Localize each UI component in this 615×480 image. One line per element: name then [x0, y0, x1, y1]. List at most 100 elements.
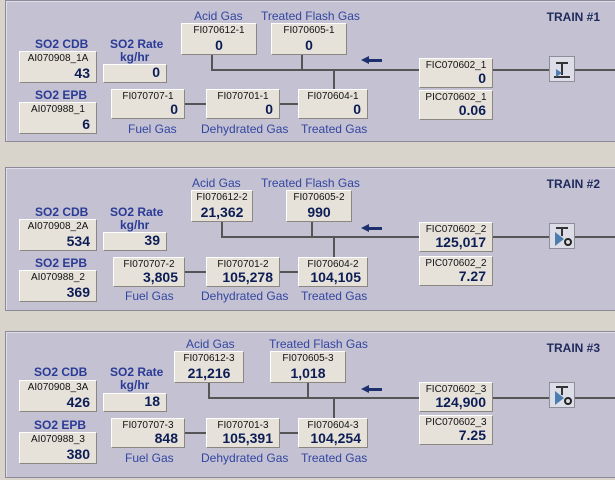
so2-cdb-label: SO2 CDB — [35, 37, 89, 51]
flow-arrow-icon — [361, 224, 369, 232]
treated-flash-gas-box[interactable]: FI070605-1 0 — [271, 23, 347, 55]
pipe — [211, 55, 213, 70]
value: 21,362 — [200, 204, 244, 220]
valve-icon[interactable] — [549, 223, 575, 249]
value: 380 — [66, 446, 90, 462]
tag: AI070908_1A — [27, 53, 89, 64]
pipe — [211, 69, 419, 71]
so2-rate-box[interactable]: 18 — [103, 393, 167, 412]
acid-gas-box[interactable]: FI070612-3 21,216 — [174, 351, 244, 383]
fuel-gas-box[interactable]: FI070707-3 848 — [111, 418, 185, 448]
fuel-gas-label: Fuel Gas — [128, 122, 177, 136]
fic-box[interactable]: FIC070602_1 0 — [419, 58, 493, 88]
dehydrated-gas-box[interactable]: FI070701-1 0 — [206, 89, 280, 119]
so2-rate-label: SO2 Rate — [110, 37, 164, 51]
acid-gas-box[interactable]: FI070612-2 21,362 — [191, 190, 253, 222]
treated-gas-label: Treated Gas — [301, 122, 368, 136]
pipe — [333, 397, 335, 418]
fuel-gas-label: Fuel Gas — [125, 451, 174, 465]
so2-cdb-box[interactable]: AI070908_1A 43 — [19, 51, 97, 83]
pipe — [280, 271, 298, 273]
value: 18 — [144, 393, 160, 409]
flow-arrow-shaft — [368, 227, 382, 230]
treated-gas-box[interactable]: FI070604-1 0 — [298, 89, 368, 119]
value: 534 — [66, 233, 90, 249]
value: 104,105 — [310, 269, 361, 285]
so2-rate-label: SO2 Rate — [110, 205, 164, 219]
flow-arrow-icon — [361, 385, 369, 393]
pipe — [311, 222, 313, 237]
tag: FI070612-1 — [193, 25, 245, 36]
train-3-panel: TRAIN #3 Acid Gas Treated Flash Gas SO2 … — [5, 331, 615, 478]
value: 0 — [478, 70, 486, 86]
so2-rate-box[interactable]: 0 — [103, 64, 167, 83]
so2-cdb-label: SO2 CDB — [34, 365, 88, 379]
tag: AI070988_1 — [31, 104, 85, 115]
so2-rate-unit: kg/hr — [120, 50, 150, 64]
so2-cdb-box[interactable]: AI070908_2A 534 — [19, 219, 97, 251]
so2-epb-label: SO2 EPB — [35, 88, 88, 102]
train-title: TRAIN #1 — [546, 10, 600, 24]
tag: FI070605-2 — [293, 192, 345, 203]
value: 0 — [353, 101, 361, 117]
pic-box[interactable]: PIC070602_2 7.27 — [419, 256, 493, 286]
treated-flash-gas-box[interactable]: FI070605-2 990 — [286, 190, 352, 222]
value: 0 — [215, 37, 223, 53]
so2-epb-box[interactable]: AI070988_3 380 — [19, 432, 97, 464]
value: 6 — [82, 116, 90, 132]
pipe — [221, 236, 419, 238]
treated-flash-gas-label: Treated Flash Gas — [261, 9, 360, 23]
pic-box[interactable]: PIC070602_3 7.25 — [419, 415, 493, 445]
pipe — [280, 103, 298, 105]
value: 1,018 — [290, 365, 326, 381]
pipe — [208, 397, 419, 399]
pic-box[interactable]: PIC070602_1 0.06 — [419, 90, 493, 120]
so2-epb-box[interactable]: AI070988_2 369 — [19, 270, 97, 302]
treated-flash-gas-label: Treated Flash Gas — [261, 176, 360, 190]
flow-arrow-icon — [361, 56, 369, 64]
acid-gas-box[interactable]: FI070612-1 0 — [181, 23, 257, 55]
fuel-gas-box[interactable]: FI070707-1 0 — [111, 89, 185, 119]
acid-gas-label: Acid Gas — [192, 176, 241, 190]
dehydrated-gas-box[interactable]: FI070701-2 105,278 — [206, 257, 280, 287]
value: 43 — [74, 65, 90, 81]
train-2-panel: TRAIN #2 Acid Gas Treated Flash Gas SO2 … — [5, 167, 615, 311]
so2-cdb-label: SO2 CDB — [35, 205, 89, 219]
treated-gas-box[interactable]: FI070604-3 104,254 — [298, 418, 368, 448]
acid-gas-label: Acid Gas — [186, 337, 235, 351]
value: 21,216 — [187, 365, 231, 381]
so2-rate-box[interactable]: 39 — [103, 232, 167, 251]
fic-box[interactable]: FIC070602_2 125,017 — [419, 222, 493, 252]
dehydrated-gas-box[interactable]: FI070701-3 105,391 — [206, 418, 280, 448]
dehydrated-gas-label: Dehydrated Gas — [201, 289, 289, 303]
train-title: TRAIN #3 — [546, 341, 600, 355]
so2-epb-label: SO2 EPB — [35, 256, 88, 270]
value: 848 — [154, 430, 178, 446]
so2-epb-box[interactable]: AI070988_1 6 — [19, 102, 97, 134]
pipe — [185, 271, 206, 273]
fuel-gas-box[interactable]: FI070707-2 3,805 — [113, 257, 185, 287]
treated-flash-gas-label: Treated Flash Gas — [269, 337, 368, 351]
value: 7.25 — [458, 427, 486, 443]
pipe — [280, 432, 298, 434]
pipe — [307, 383, 309, 398]
value: 0 — [152, 64, 160, 80]
valve-icon[interactable] — [549, 56, 575, 82]
value: 124,900 — [435, 394, 486, 410]
so2-rate-unit: kg/hr — [120, 378, 150, 392]
pipe — [208, 383, 210, 398]
flow-arrow-shaft — [368, 59, 382, 62]
flow-arrow-shaft — [368, 388, 382, 391]
value: 105,278 — [222, 269, 273, 285]
so2-cdb-box[interactable]: AI070908_3A 426 — [19, 380, 97, 412]
treated-flash-gas-box[interactable]: FI070605-3 1,018 — [270, 351, 346, 383]
value: 0 — [170, 101, 178, 117]
value: 105,391 — [222, 430, 273, 446]
treated-gas-box[interactable]: FI070604-2 104,105 — [298, 257, 368, 287]
fic-box[interactable]: FIC070602_3 124,900 — [419, 382, 493, 412]
so2-epb-label: SO2 EPB — [34, 418, 87, 432]
pipe — [301, 55, 303, 70]
tag: AI070988_3 — [31, 434, 85, 445]
valve-icon[interactable] — [549, 382, 575, 408]
dehydrated-gas-label: Dehydrated Gas — [201, 122, 289, 136]
